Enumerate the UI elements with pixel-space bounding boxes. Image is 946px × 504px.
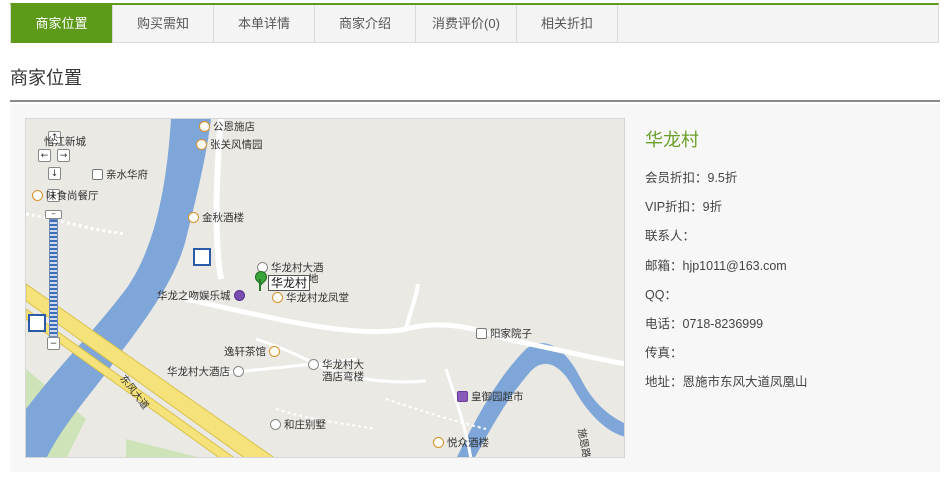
map-poi[interactable]: 皇御园超市 bbox=[457, 389, 524, 404]
merchant-name: 华龙村 bbox=[645, 130, 699, 150]
zoom-out-button[interactable]: − bbox=[47, 337, 60, 350]
bus-stop-icon[interactable] bbox=[28, 314, 46, 332]
house-icon bbox=[92, 169, 103, 180]
map-poi[interactable]: 张关风情园 bbox=[196, 137, 263, 152]
marker-label: 华龙村 bbox=[268, 275, 311, 291]
shop-icon bbox=[457, 391, 468, 402]
food-icon bbox=[199, 121, 210, 132]
map-poi[interactable]: 酒店弯楼 bbox=[322, 369, 364, 384]
food-icon bbox=[272, 292, 283, 303]
zoom-slider-track[interactable] bbox=[49, 219, 58, 337]
phone: 电话：0718-8236999 bbox=[645, 316, 764, 331]
qq: QQ： bbox=[645, 287, 677, 302]
vip-discount: VIP折扣：9折 bbox=[645, 200, 723, 215]
map-poi[interactable]: 华龙村龙凤堂 bbox=[272, 290, 349, 305]
entertainment-icon bbox=[233, 290, 245, 301]
hotel-icon bbox=[308, 359, 319, 370]
fax: 传真： bbox=[645, 346, 683, 361]
map-poi[interactable]: 悦众酒楼 bbox=[433, 435, 489, 450]
title-divider bbox=[10, 100, 940, 102]
hotel-icon bbox=[233, 366, 244, 377]
house-icon bbox=[476, 328, 487, 339]
map-poi[interactable]: 逸轩茶馆 bbox=[224, 344, 280, 359]
map-poi[interactable]: 味食尚餐厅 bbox=[32, 188, 99, 203]
member-discount: 会员折扣：9.5折 bbox=[645, 171, 738, 185]
tab-purchase-notes[interactable]: 购买需知 bbox=[113, 5, 214, 43]
map-poi[interactable]: 阳家院子 bbox=[476, 326, 532, 341]
tab-reviews[interactable]: 消费评价(0) bbox=[416, 5, 517, 43]
pan-right-button[interactable]: → bbox=[57, 149, 70, 162]
map-poi[interactable]: 华龙村大酒店 bbox=[167, 364, 244, 379]
tab-deal-details[interactable]: 本单详情 bbox=[214, 5, 315, 43]
food-icon bbox=[32, 190, 43, 201]
email: 邮箱：hjp1011@163.com bbox=[645, 258, 787, 273]
hotel-icon bbox=[270, 419, 281, 430]
map-poi[interactable]: 怡江新城 bbox=[44, 134, 86, 149]
map-poi[interactable]: 华龙之吻娱乐城 bbox=[157, 288, 245, 303]
merchant-info: 华龙村 会员折扣：9.5折 VIP折扣：9折 联系人： 邮箱：hjp1011@1… bbox=[645, 126, 808, 402]
bus-stop-icon[interactable] bbox=[193, 248, 211, 266]
location-marker-stem bbox=[259, 279, 261, 291]
map-poi[interactable]: 金秋酒楼 bbox=[188, 210, 244, 225]
tab-bar: 商家位置 购买需知 本单详情 商家介绍 消费评价(0) 相关折扣 bbox=[10, 3, 939, 43]
pan-left-button[interactable]: ← bbox=[38, 149, 51, 162]
pan-down-button[interactable]: ↓ bbox=[48, 167, 61, 180]
map-view[interactable]: ↑ ← → ↓ + – − 公恩施店 张关风情园 怡江新城 亲水华府 味食尚餐厅… bbox=[25, 118, 625, 458]
food-icon bbox=[269, 346, 280, 357]
tab-merchant-intro[interactable]: 商家介绍 bbox=[315, 5, 416, 43]
address: 地址：恩施市东风大道凤凰山 bbox=[645, 375, 808, 390]
tab-merchant-location[interactable]: 商家位置 bbox=[11, 5, 113, 43]
contact-person: 联系人： bbox=[645, 229, 696, 244]
food-icon bbox=[188, 212, 199, 223]
section-title: 商家位置 bbox=[10, 68, 82, 88]
tab-related-discounts[interactable]: 相关折扣 bbox=[517, 5, 618, 43]
food-icon bbox=[196, 139, 207, 150]
map-poi[interactable]: 公恩施店 bbox=[199, 119, 255, 134]
zoom-slider-handle[interactable]: – bbox=[45, 210, 62, 219]
food-icon bbox=[433, 437, 444, 448]
map-poi[interactable]: 亲水华府 bbox=[92, 167, 148, 182]
map-poi[interactable]: 和庄别墅 bbox=[270, 417, 326, 432]
